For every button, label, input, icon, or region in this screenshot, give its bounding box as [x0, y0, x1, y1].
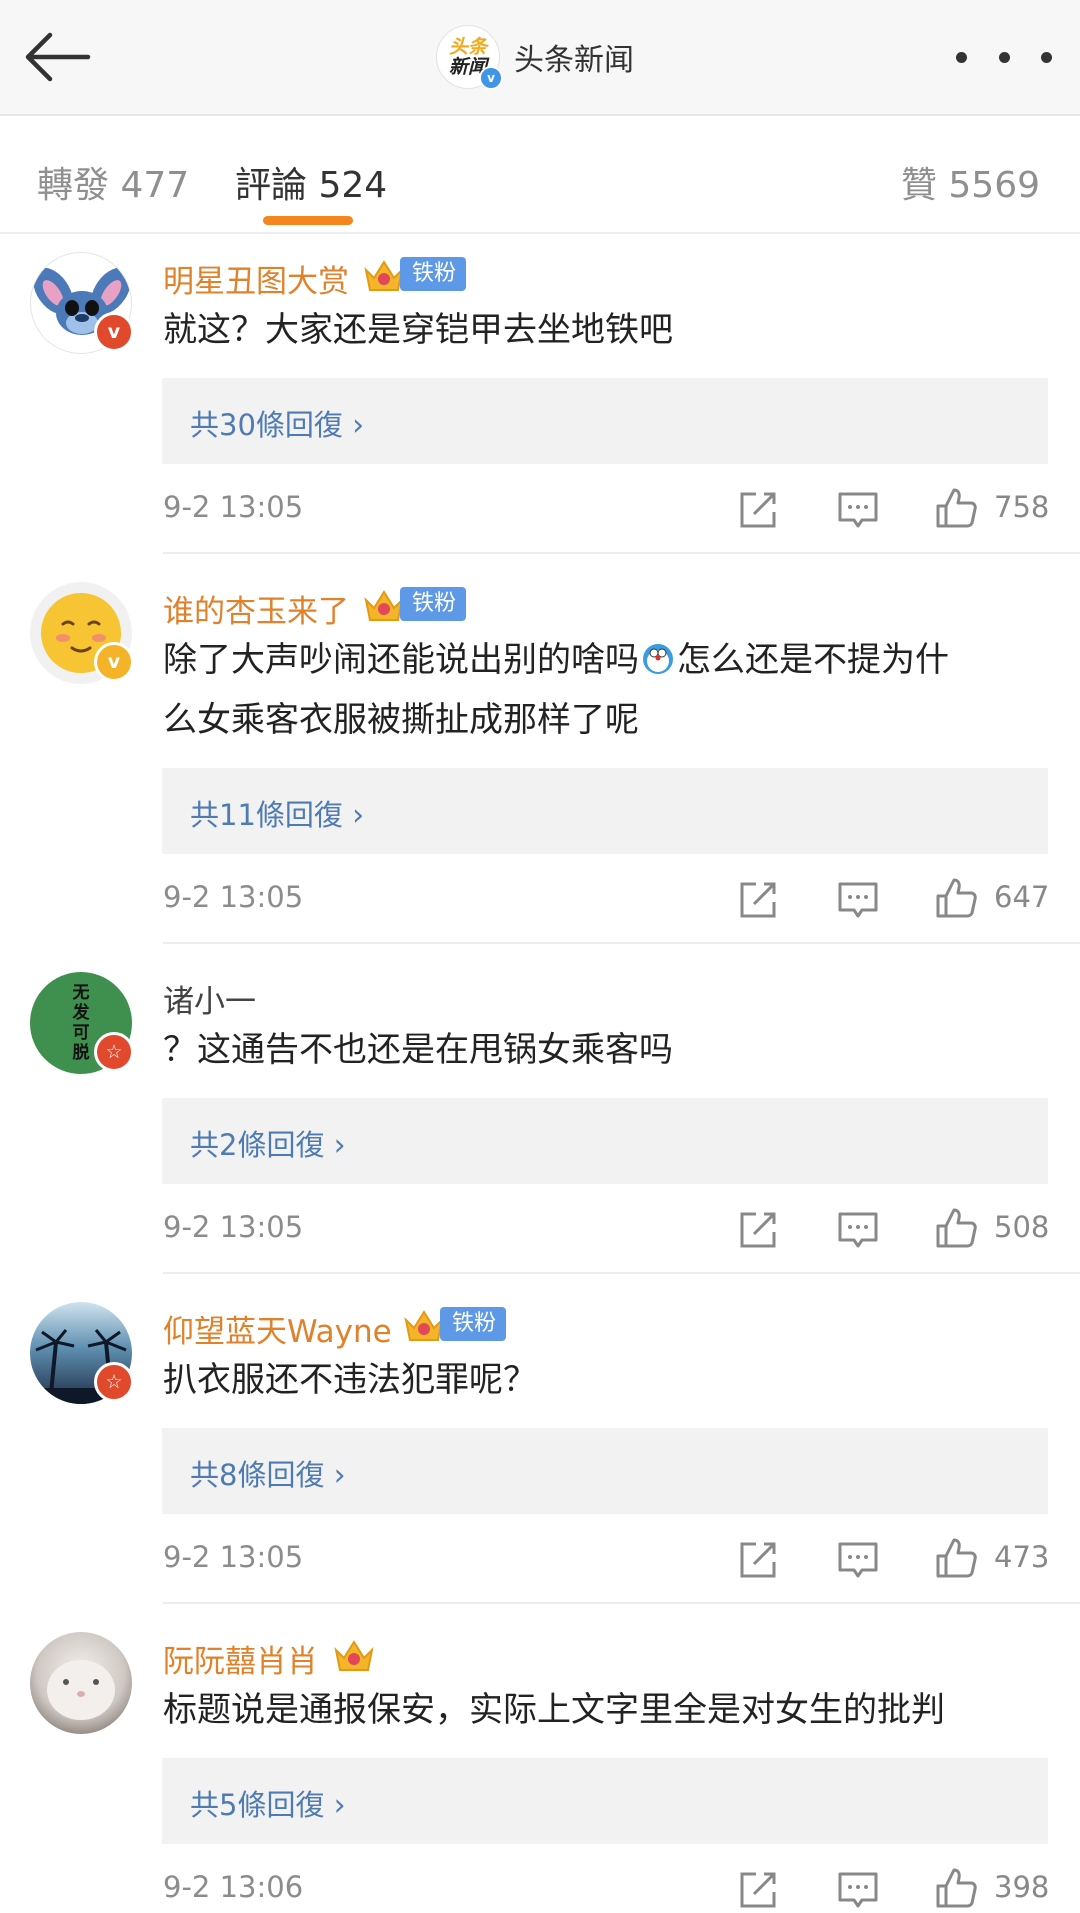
comment-time: 9-2 13:05 — [163, 490, 304, 524]
avatar[interactable]: v — [30, 252, 134, 354]
comment-time: 9-2 13:06 — [163, 1870, 304, 1904]
fan-badge: 铁粉 — [440, 1307, 507, 1341]
tab-comments[interactable]: 評論 524 — [235, 156, 387, 208]
comment-time: 9-2 13:05 — [163, 1540, 304, 1574]
like-icon[interactable] — [934, 876, 978, 920]
avatar[interactable]: 无发可脱 ☆ — [30, 972, 134, 1074]
comment-username[interactable]: 阮阮囍肖肖 — [163, 1636, 318, 1681]
comment-text: 除了大声吵闹还能说出别的啥吗 怎么还是不提为什 么女乘客衣服被撕扯成那样了呢 — [163, 630, 1043, 750]
like-count: 508 — [994, 1210, 1050, 1244]
like-icon[interactable] — [934, 1206, 978, 1250]
top-bar: 头条 新闻 v 头条新闻 — [0, 0, 1080, 116]
replies-button[interactable]: 共2條回復 › — [162, 1098, 1048, 1184]
comment-time: 9-2 13:05 — [163, 1210, 304, 1244]
like-count: 473 — [994, 1540, 1050, 1574]
comment-item: v 明星丑图大赏 铁粉 就这？大家还是穿铠甲去坐地铁吧 共30條回復 › 9-2… — [0, 232, 1080, 552]
like-icon[interactable] — [934, 1866, 978, 1910]
avatar[interactable]: v — [30, 582, 134, 684]
comment-icon[interactable] — [836, 878, 880, 922]
comment-text-part: 么女乘客衣服被撕扯成那样了呢 — [163, 700, 639, 740]
verified-icon: v — [479, 66, 503, 90]
tab-likes[interactable]: 贊 5569 — [901, 156, 1040, 208]
comment-text: 就这？大家还是穿铠甲去坐地铁吧 — [163, 310, 673, 350]
comment-item: v 谁的杏玉来了 铁粉 除了大声吵闹还能说出别的啥吗 怎么还是不提为什 么女乘客… — [0, 562, 1080, 942]
comment-text-part: 怎么还是不提为什 — [677, 640, 949, 680]
comment-icon[interactable] — [836, 1208, 880, 1252]
replies-button[interactable]: 共11條回復 › — [162, 768, 1048, 854]
more-button[interactable] — [956, 44, 1052, 70]
replies-count: 共5條回復 — [190, 1788, 325, 1822]
like-count: 398 — [994, 1870, 1050, 1904]
replies-button[interactable]: 共5條回復 › — [162, 1758, 1048, 1844]
verified-badge-icon: v — [94, 312, 134, 352]
like-icon[interactable] — [934, 486, 978, 530]
replies-count: 共8條回復 — [190, 1458, 325, 1492]
repost-icon[interactable] — [736, 878, 780, 922]
repost-icon[interactable] — [736, 1868, 780, 1912]
divider — [163, 942, 1080, 944]
fan-badge: 铁粉 — [400, 587, 467, 621]
comment-item: ☆ 仰望蓝天Wayne 铁粉 扒衣服还不违法犯罪呢？ 共8條回復 › 9-2 1… — [0, 1282, 1080, 1602]
comment-icon[interactable] — [836, 488, 880, 532]
comment-username[interactable]: 谁的杏玉来了 — [163, 586, 349, 631]
replies-count: 共11條回復 — [190, 798, 343, 832]
chevron-right-icon: › — [352, 798, 365, 833]
chevron-right-icon: › — [333, 1458, 346, 1493]
repost-icon[interactable] — [736, 1208, 780, 1252]
replies-button[interactable]: 共8條回復 › — [162, 1428, 1048, 1514]
comment-username[interactable]: 仰望蓝天Wayne — [163, 1306, 392, 1351]
more-icon — [1041, 51, 1052, 63]
chevron-right-icon: › — [333, 1788, 346, 1823]
replies-count: 共2條回復 — [190, 1128, 325, 1162]
comment-text-part: 除了大声吵闹还能说出别的啥吗 — [163, 640, 639, 680]
rabbit-avatar-image — [47, 1660, 115, 1720]
crown-icon — [334, 1640, 374, 1671]
comment-text: 扒衣服还不违法犯罪呢？ — [163, 1360, 537, 1400]
divider — [163, 1272, 1080, 1274]
repost-icon[interactable] — [736, 488, 780, 532]
avatar[interactable] — [30, 1632, 132, 1734]
star-badge-icon: ☆ — [94, 1362, 134, 1402]
back-button[interactable] — [22, 30, 92, 84]
more-icon — [998, 51, 1010, 63]
comment-username[interactable]: 明星丑图大赏 — [163, 256, 349, 301]
replies-button[interactable]: 共30條回復 › — [162, 378, 1048, 464]
divider — [163, 1602, 1080, 1604]
divider — [163, 552, 1080, 554]
comment-username[interactable]: 诸小一 — [163, 976, 256, 1021]
logo-line1: 头条 — [448, 36, 487, 58]
tab-bar: 轉發 477 評論 524 贊 5569 — [0, 116, 1080, 234]
comment-item: 无发可脱 ☆ 诸小一 ？这通告不也还是在甩锅女乘客吗 共2條回復 › 9-2 1… — [0, 952, 1080, 1272]
active-tab-indicator — [263, 216, 353, 225]
comment-time: 9-2 13:05 — [163, 880, 304, 914]
verified-badge-icon: v — [94, 642, 134, 682]
repost-icon[interactable] — [736, 1538, 780, 1582]
doraemon-emoji-icon — [643, 644, 673, 674]
comment-item: 阮阮囍肖肖 标题说是通报保安，实际上文字里全是对女生的批判 共5條回復 › 9-… — [0, 1612, 1080, 1913]
account-name: 头条新闻 — [514, 43, 634, 78]
like-count: 758 — [994, 490, 1050, 524]
fan-badge: 铁粉 — [400, 257, 467, 291]
back-arrow-icon — [25, 32, 91, 82]
more-icon — [956, 51, 967, 63]
comment-icon[interactable] — [836, 1538, 880, 1582]
chevron-right-icon: › — [333, 1128, 346, 1163]
comment-icon[interactable] — [836, 1868, 880, 1912]
comment-text: 标题说是通报保安，实际上文字里全是对女生的批判 — [163, 1690, 945, 1730]
chevron-right-icon: › — [352, 408, 365, 443]
star-badge-icon: ☆ — [94, 1032, 134, 1072]
account-header[interactable]: 头条 新闻 v 头条新闻 — [436, 25, 634, 90]
brand-logo: 头条 新闻 v — [436, 25, 503, 90]
replies-count: 共30條回復 — [190, 408, 343, 442]
avatar[interactable]: ☆ — [30, 1302, 134, 1404]
like-icon[interactable] — [934, 1536, 978, 1580]
like-count: 647 — [994, 880, 1050, 914]
comment-text: ？这通告不也还是在甩锅女乘客吗 — [163, 1030, 673, 1070]
tab-reposts[interactable]: 轉發 477 — [37, 156, 189, 208]
avatar-text: 无发可脱 — [72, 983, 90, 1063]
